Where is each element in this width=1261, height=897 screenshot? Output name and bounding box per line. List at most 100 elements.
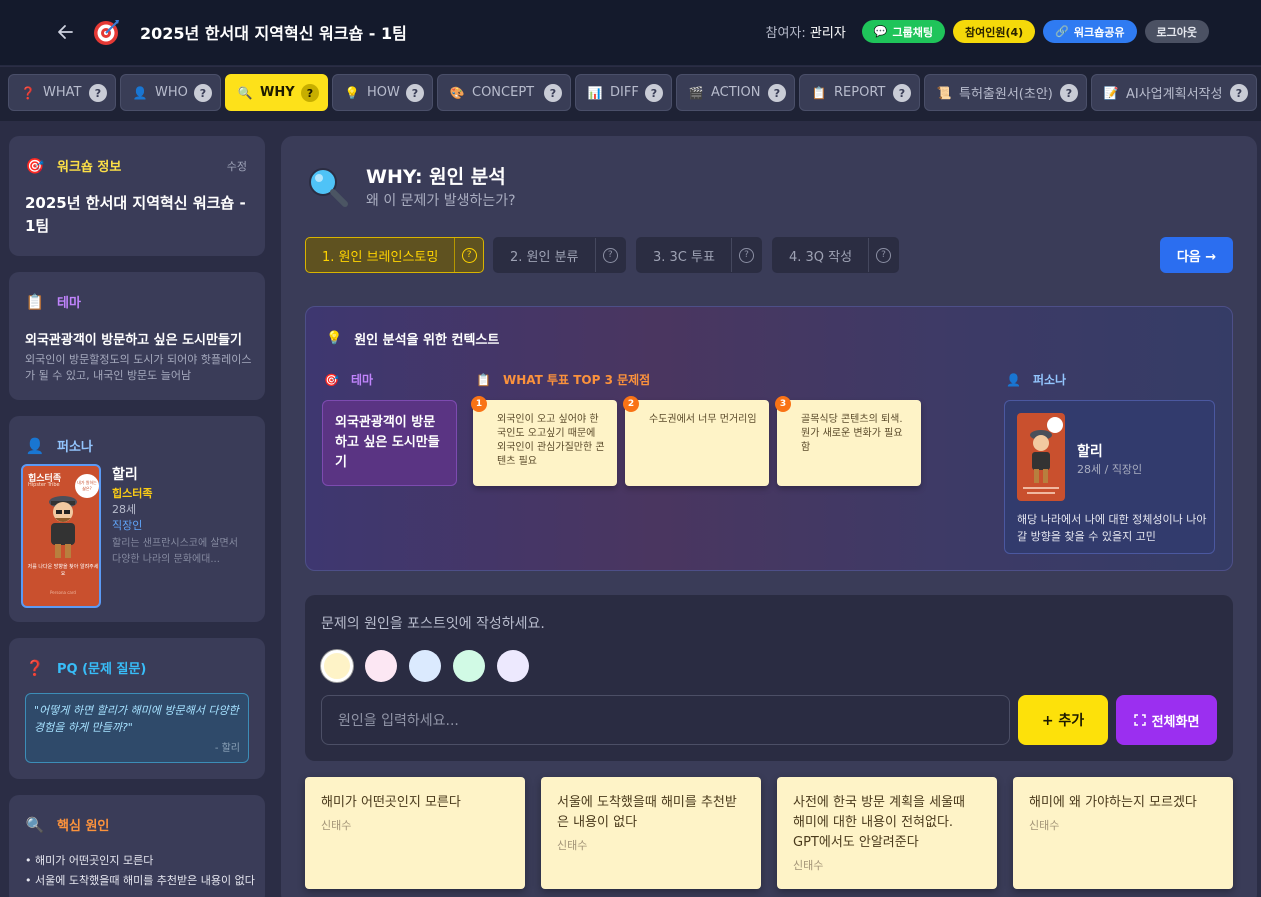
help-icon[interactable]: ?: [301, 84, 319, 102]
magnifier-icon: [303, 162, 351, 210]
rank-badge: 3: [775, 396, 791, 412]
step-3c-vote[interactable]: 3. 3C 투표?: [636, 237, 762, 273]
target-icon: 🎯: [25, 156, 45, 175]
postit-note[interactable]: 서울에 도착했을때 해미를 추천받은 내용이 없다 신태수: [541, 777, 761, 889]
share-workshop-button[interactable]: 🔗 워크숍공유: [1043, 20, 1137, 43]
persona-card-subtitle: Hipster Tribe: [28, 482, 60, 488]
main-panel: WHY: 원인 분석 왜 이 문제가 발생하는가? 1. 원인 브레인스토밍? …: [281, 136, 1257, 897]
help-icon[interactable]: ?: [1230, 84, 1248, 102]
context-persona-name: 할리: [1077, 444, 1103, 460]
question-mark-icon: ❓: [25, 658, 45, 677]
pq-question: "어떻게 하면 할리가 해미에 방문해서 다양한 경험을 하게 만들까?": [34, 704, 239, 734]
page-subtitle: 왜 이 문제가 발생하는가?: [366, 193, 516, 209]
color-swatch-pink[interactable]: [365, 650, 397, 682]
context-heading: 💡 원인 분석을 위한 컨텍스트: [326, 331, 500, 348]
persona-job: 직장인: [112, 519, 143, 532]
theme-title: 외국관광객이 방문하고 싶은 도시만들기: [25, 333, 242, 348]
pq-author: - 할리: [214, 743, 240, 754]
pq-quote-box: "어떻게 하면 할리가 해미에 방문해서 다양한 경험을 하게 만들까?" - …: [25, 693, 249, 763]
tab-how[interactable]: 💡 HOW?: [332, 74, 433, 111]
postit-author: 신태수: [793, 859, 824, 872]
top3-note: 3 골목식당 콘텐츠의 퇴색. 뭔가 새로운 변화가 필요함: [775, 396, 921, 486]
key-causes-list: • 해미가 어떤곳인지 모른다 • 서울에 도착했을때 해미를 추천받은 내용이…: [25, 851, 257, 891]
expand-icon: [1133, 714, 1146, 726]
persona-card-image[interactable]: 힙스터족 Hipster Tribe 내가 원하는 삶은? 저를 나다운 방향을…: [21, 464, 101, 608]
color-swatch-blue[interactable]: [409, 650, 441, 682]
magnifier-icon: 🔍: [25, 815, 45, 834]
edit-link[interactable]: 수정: [227, 158, 247, 174]
tab-why[interactable]: 🔍 WHY?: [225, 74, 328, 111]
tab-patent[interactable]: 📜 특허출원서(초안)?: [924, 74, 1087, 111]
help-icon[interactable]: ?: [454, 238, 483, 272]
add-cause-button[interactable]: + 추가: [1018, 695, 1108, 745]
step-brainstorm[interactable]: 1. 원인 브레인스토밍?: [305, 237, 484, 273]
group-chat-button[interactable]: 💬 그룹채팅: [861, 20, 945, 43]
key-causes-heading: 🔍 핵심 원인: [25, 815, 110, 835]
step-classify[interactable]: 2. 원인 분류?: [493, 237, 626, 273]
header-actions: 참여자: 관리자 💬 그룹채팅 참여인원(4) 🔗 워크숍공유 로그아웃: [766, 20, 1209, 43]
postit-author: 신태수: [321, 819, 352, 832]
participant-info: 참여자: 관리자: [765, 26, 846, 41]
pq-card: ❓ PQ (문제 질문) "어떻게 하면 할리가 해미에 방문해서 다양한 경험을…: [9, 638, 265, 779]
help-icon[interactable]: ?: [1060, 84, 1078, 102]
target-icon: 🎯: [324, 372, 339, 387]
persona-name: 할리: [112, 467, 138, 483]
hipster-illustration-icon: [1023, 417, 1063, 494]
memo-icon: 📝: [1103, 85, 1119, 100]
tab-action[interactable]: 🎬 ACTION?: [676, 74, 795, 111]
clipboard-icon: 📋: [811, 85, 827, 100]
members-button[interactable]: 참여인원(4): [953, 20, 1036, 43]
help-icon[interactable]: ?: [730, 238, 761, 272]
context-persona-label: 👤 퍼소나: [1006, 372, 1067, 388]
help-icon[interactable]: ?: [893, 84, 911, 102]
color-swatch-yellow[interactable]: [321, 650, 353, 682]
postit-note[interactable]: 해미가 어떤곳인지 모른다신태수: [305, 777, 525, 889]
workshop-name: 2025년 한서대 지역혁신 워크숍 - 1팀: [25, 194, 246, 235]
color-swatch-green[interactable]: [453, 650, 485, 682]
person-icon: 👤: [25, 436, 45, 455]
postit-note[interactable]: 해미에 왜 가야하는지 모르겠다 신태수: [1013, 777, 1233, 889]
help-icon[interactable]: ?: [89, 84, 107, 102]
person-icon: 👤: [1006, 372, 1021, 387]
postit-text: 해미에 왜 가야하는지 모르겠다: [1029, 795, 1197, 810]
color-swatch-purple[interactable]: [497, 650, 529, 682]
help-icon[interactable]: ?: [406, 84, 424, 102]
tab-report[interactable]: 📋 REPORT?: [799, 74, 920, 111]
postit-text: 사전에 한국 방문 계획을 세울때 해미에 대한 내용이 전혀없다. GPT에서…: [793, 795, 966, 850]
theme-description: 외국인이 방문할정도의 도시가 되어야 핫플레이스가 될 수 있고, 내국인 방…: [25, 353, 252, 382]
back-arrow-icon[interactable]: [56, 22, 76, 42]
context-persona-meta: 28세 / 직장인: [1077, 463, 1143, 476]
tab-ai-plan[interactable]: 📝 AI사업계획서작성?: [1091, 74, 1257, 111]
persona-description: 할리는 샌프란시스코에 살면서 다양한 나라의 문화에대...: [112, 538, 238, 565]
magnifier-icon: 🔍: [237, 85, 253, 100]
cause-input[interactable]: 원인을 입력하세요...: [321, 695, 1010, 745]
step-3q-write[interactable]: 4. 3Q 작성?: [772, 237, 899, 273]
postit-text: 해미가 어떤곳인지 모른다: [321, 795, 461, 810]
clapperboard-icon: 🎬: [688, 85, 704, 100]
key-causes-card: 🔍 핵심 원인 • 해미가 어떤곳인지 모른다 • 서울에 도착했을때 해미를 추…: [9, 795, 265, 897]
tab-what[interactable]: ❓ WHAT?: [8, 74, 116, 111]
help-icon[interactable]: ?: [194, 84, 212, 102]
help-icon[interactable]: ?: [868, 238, 898, 272]
tab-who[interactable]: 👤 WHO?: [120, 74, 221, 111]
palette-icon: 🎨: [449, 85, 465, 100]
tab-diff[interactable]: 📊 DIFF?: [575, 74, 672, 111]
help-icon[interactable]: ?: [544, 84, 562, 102]
postit-note[interactable]: 사전에 한국 방문 계획을 세울때 해미에 대한 내용이 전혀없다. GPT에서…: [777, 777, 997, 889]
help-icon[interactable]: ?: [645, 84, 663, 102]
tab-concept[interactable]: 🎨 CONCEPT?: [437, 74, 571, 111]
page-title: WHY: 원인 분석: [366, 166, 506, 188]
help-icon[interactable]: ?: [594, 238, 625, 272]
help-icon[interactable]: ?: [768, 84, 786, 102]
question-mark-icon: ❓: [20, 85, 36, 100]
scroll-icon: 📜: [936, 85, 952, 100]
fullscreen-button[interactable]: 전체화면: [1116, 695, 1217, 745]
theme-heading: 📋 테마: [25, 292, 81, 312]
top3-note: 1 외국인이 오고 싶어야 한국인도 오고싶기 때문에 외국인이 관심가질만한 콘…: [471, 396, 617, 486]
target-logo-icon: [92, 17, 122, 47]
next-button[interactable]: 다음 →: [1160, 237, 1233, 273]
rank-badge: 2: [623, 396, 639, 412]
postit-text: 서울에 도착했을때 해미를 추천받은 내용이 없다: [557, 795, 737, 830]
logout-button[interactable]: 로그아웃: [1144, 20, 1209, 43]
workshop-info-heading: 🎯 워크숍 정보: [25, 156, 122, 176]
